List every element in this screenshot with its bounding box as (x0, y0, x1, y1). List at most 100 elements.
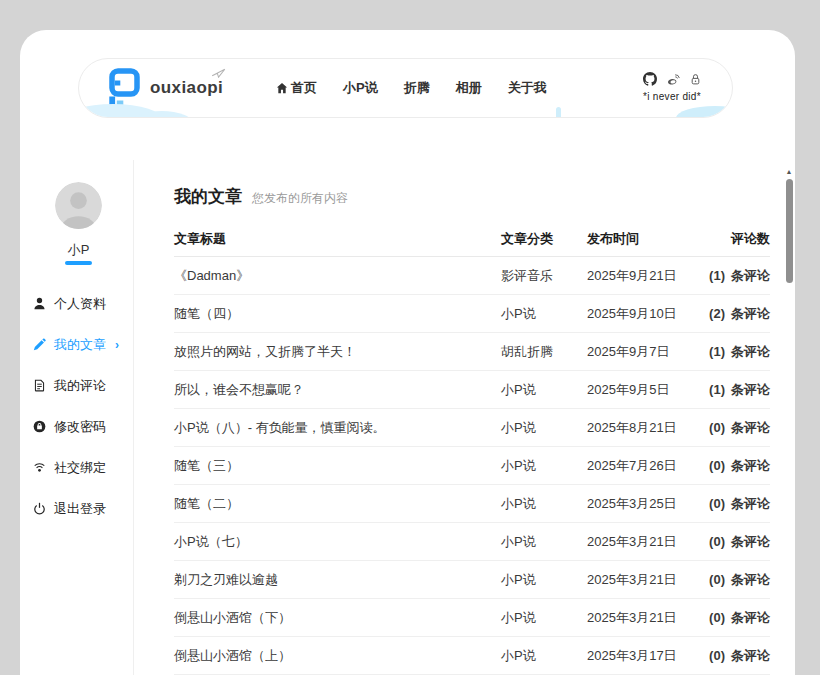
comment-suffix: 条评论 (731, 409, 770, 447)
article-date: 2025年9月5日 (587, 371, 669, 409)
user-icon (33, 297, 47, 311)
navbar-tagline: *i never did* (622, 91, 722, 102)
article-category[interactable]: 小P说 (501, 409, 536, 447)
col-header-title: 文章标题 (174, 230, 226, 248)
article-title[interactable]: 小P说（七） (174, 523, 248, 561)
comment-suffix: 条评论 (731, 447, 770, 485)
article-category[interactable]: 小P说 (501, 599, 536, 637)
article-category[interactable]: 小P说 (501, 447, 536, 485)
comment-suffix: 条评论 (731, 523, 770, 561)
article-date: 2025年3月21日 (587, 523, 677, 561)
sidebar-divider (133, 160, 134, 675)
article-title[interactable]: 倒悬山小酒馆（上） (174, 637, 291, 675)
comment-count: (2) (709, 295, 725, 333)
article-comments[interactable]: (1) 条评论 (709, 371, 770, 409)
article-category[interactable]: 胡乱折腾 (501, 333, 553, 371)
page-title-row: 我的文章 您发布的所有内容 (174, 185, 348, 208)
nav-item-2[interactable]: 折腾 (404, 79, 430, 97)
article-category[interactable]: 影评音乐 (501, 257, 553, 295)
table-row: 随笔（二） 小P说 2025年3月25日 (0)条评论 (174, 485, 770, 523)
sidebar-item-0[interactable]: 个人资料 (33, 283, 145, 324)
article-category[interactable]: 小P说 (501, 295, 536, 333)
sidebar-menu: 个人资料我的文章›我的评论修改密码社交绑定退出登录 (33, 283, 145, 529)
comment-count: (1) (709, 371, 725, 409)
article-date: 2025年3月25日 (587, 485, 677, 523)
article-comments[interactable]: (2) 条评论 (709, 295, 770, 333)
page-subtitle: 您发布的所有内容 (252, 190, 348, 207)
col-header-category: 文章分类 (501, 230, 553, 248)
table-row: 小P说（八）- 有负能量，慎重阅读。小P说2025年8月21日(0)条评论 (174, 409, 770, 447)
article-comments[interactable]: (1)条评论 (709, 333, 770, 371)
article-comments[interactable]: (0)条评论 (709, 447, 770, 485)
article-title[interactable]: 所以，谁会不想赢呢？ (174, 371, 304, 409)
comment-count: (0) (709, 409, 725, 447)
nav-item-1[interactable]: 小P说 (343, 79, 378, 97)
comment-count: (1) (709, 257, 725, 295)
scrollbar-thumb[interactable] (786, 179, 793, 283)
comment-suffix: 条评论 (731, 295, 770, 333)
nav-item-label: 小P说 (343, 79, 378, 97)
article-comments[interactable]: (1)条评论 (709, 257, 770, 295)
table-header: 文章标题 文章分类 发布时间 评论数 (174, 222, 770, 257)
article-comments[interactable]: (0) 条评论 (709, 409, 770, 447)
article-title[interactable]: 放照片的网站，又折腾了半天！ (174, 333, 356, 371)
username: 小P (45, 241, 112, 259)
avatar[interactable] (55, 182, 102, 229)
article-title[interactable]: 《Dadman》 (174, 257, 249, 295)
article-date: 2025年9月21日 (587, 257, 677, 295)
article-comments[interactable]: (0)条评论 (709, 637, 770, 675)
sidebar-item-2[interactable]: 我的评论 (33, 365, 145, 406)
article-comments[interactable]: (0)条评论 (709, 523, 770, 561)
share-icon (33, 461, 47, 475)
article-title[interactable]: 随笔（四） (174, 295, 239, 333)
table-row: 放照片的网站，又折腾了半天！胡乱折腾2025年9月7日(1)条评论 (174, 333, 770, 371)
comment-suffix: 条评论 (731, 637, 770, 675)
table-row: 随笔（四） 小P说 2025年9月10日 (2) 条评论 (174, 295, 770, 333)
article-date: 2025年9月10日 (587, 295, 677, 333)
sidebar-item-4[interactable]: 社交绑定 (33, 447, 145, 488)
scrollbar-up-arrow[interactable]: ▲ (785, 168, 793, 175)
article-category[interactable]: 小P说 (501, 637, 536, 675)
article-category[interactable]: 小P说 (501, 561, 536, 599)
paper-plane-doodle (211, 66, 226, 79)
sidebar-item-1[interactable]: 我的文章› (33, 324, 145, 365)
article-title[interactable]: 小P说（八）- 有负能量，慎重阅读。 (174, 409, 386, 447)
article-comments[interactable]: (0)条评论 (709, 599, 770, 637)
power-icon (33, 502, 47, 516)
article-comments[interactable]: (0)条评论 (709, 561, 770, 599)
article-category[interactable]: 小P说 (501, 371, 536, 409)
article-category[interactable]: 小P说 (501, 485, 536, 523)
comment-suffix: 条评论 (731, 561, 770, 599)
col-header-date: 发布时间 (587, 230, 639, 248)
lock-icon[interactable] (690, 73, 701, 85)
comment-suffix: 条评论 (731, 333, 770, 371)
sidebar-item-label: 社交绑定 (54, 459, 106, 477)
sidebar-item-5[interactable]: 退出登录 (33, 488, 145, 529)
comment-icon (33, 379, 47, 393)
nav-item-0[interactable]: 首页 (276, 79, 317, 97)
article-category[interactable]: 小P说 (501, 523, 536, 561)
sidebar-item-3[interactable]: 修改密码 (33, 406, 145, 447)
article-title[interactable]: 剃刀之刃难以逾越 (174, 561, 278, 599)
article-date: 2025年3月21日 (587, 599, 677, 637)
navbar: ouxiaopi 首页小P说折腾相册关于我 *i never did* (78, 58, 733, 118)
nav-item-label: 关于我 (508, 79, 547, 97)
comment-count: (0) (709, 599, 725, 637)
col-header-comments: 评论数 (731, 230, 770, 248)
github-icon[interactable] (643, 72, 657, 86)
pen-icon (33, 338, 47, 352)
navbar-icons (622, 72, 722, 86)
nav-item-4[interactable]: 关于我 (508, 79, 547, 97)
avatar-placeholder-icon (55, 182, 102, 229)
comment-suffix: 条评论 (731, 371, 770, 409)
nav-item-label: 首页 (291, 79, 317, 97)
article-title[interactable]: 随笔（二） (174, 485, 239, 523)
article-title[interactable]: 随笔（三） (174, 447, 239, 485)
logo-icon (104, 68, 140, 109)
article-title[interactable]: 倒悬山小酒馆（下） (174, 599, 291, 637)
password-icon (33, 420, 47, 434)
nav-item-3[interactable]: 相册 (456, 79, 482, 97)
article-comments[interactable]: (0)条评论 (709, 485, 770, 523)
weibo-icon[interactable] (667, 73, 680, 86)
nav-links: 首页 小P说 折腾 相册 关于我 (276, 59, 547, 117)
